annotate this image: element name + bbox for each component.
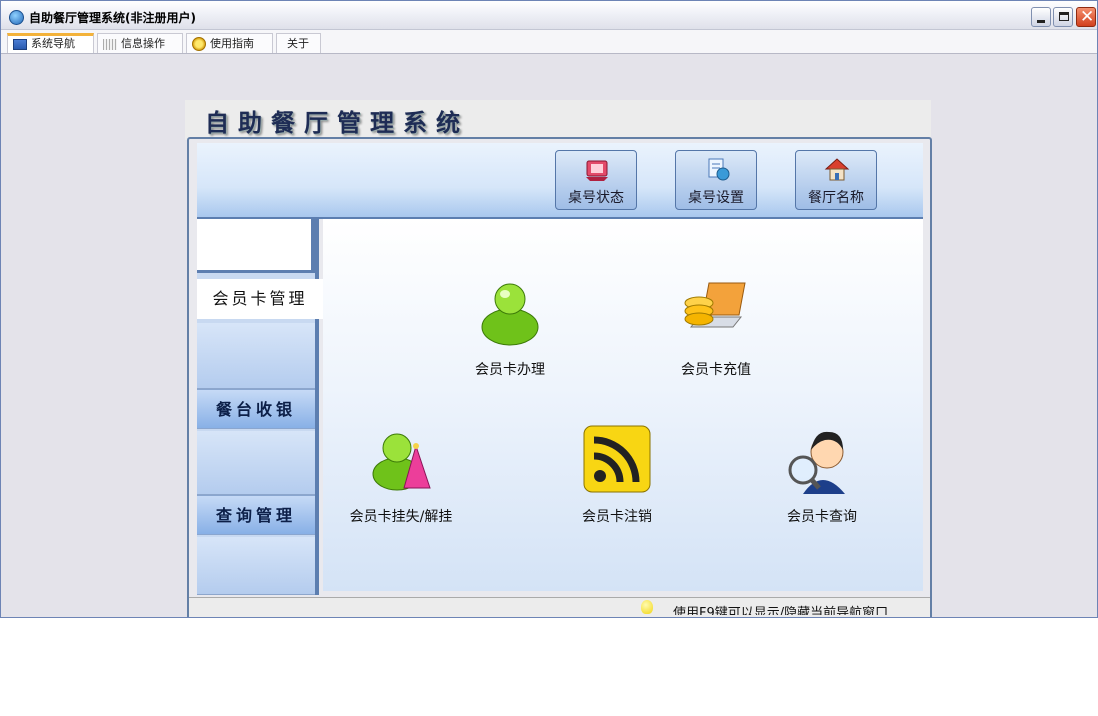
app-icon (9, 10, 24, 25)
toolbar-button-label: 餐厅名称 (808, 190, 864, 206)
tab-info-operations[interactable]: 信息操作 (97, 33, 183, 53)
toolbar-button-label: 桌号设置 (688, 190, 744, 206)
restaurant-name-icon (824, 158, 850, 181)
nav-item-query-management[interactable]: 查询管理 (197, 495, 315, 535)
nav-spacer (197, 323, 315, 389)
toolbar-button-label: 桌号状态 (568, 190, 624, 206)
tab-label: 系统导航 (31, 37, 75, 50)
nav-spacer (197, 219, 315, 273)
table-settings-icon (708, 158, 730, 181)
minimize-icon (1037, 20, 1045, 23)
table-status-button[interactable]: 桌号状态 (555, 150, 637, 210)
content-area: 自助餐厅管理系统 桌号状态 桌号设置 餐厅名称 会员卡管理 餐台收银 查询管理 … (1, 55, 1097, 617)
member-user-icon (481, 283, 539, 346)
navigation-frame: 桌号状态 桌号设置 餐厅名称 会员卡管理 餐台收银 查询管理 会员卡办理 会员卡… (187, 137, 932, 617)
left-navigation: 会员卡管理 餐台收银 查询管理 (197, 219, 323, 595)
status-hint: 使用F9键可以显示/隐藏当前导航窗口 (673, 606, 889, 615)
feature-panel: 会员卡办理 会员卡充值 会员卡挂失/解挂 会员卡注销 会员卡查询 (323, 219, 923, 591)
tab-label: 关于 (287, 37, 309, 50)
member-lost-icon (372, 433, 431, 491)
app-banner: 自助餐厅管理系统 (185, 100, 931, 140)
tab-about[interactable]: 关于 (276, 33, 321, 53)
close-icon: ✕ (1080, 7, 1095, 27)
title-bar[interactable]: 自助餐厅管理系统(非注册用户) ✕ (1, 1, 1097, 30)
rss-cancel-icon (583, 425, 651, 493)
app-window: 自助餐厅管理系统(非注册用户) ✕ 系统导航 信息操作 使用指南 关于 自助餐厅… (0, 0, 1098, 618)
member-card-cancel-item[interactable]: 会员卡注销 (542, 422, 692, 526)
close-button[interactable]: ✕ (1076, 7, 1096, 27)
nav-item-member-card-management[interactable]: 会员卡管理 (197, 279, 323, 319)
maximize-button[interactable] (1053, 7, 1073, 27)
minimize-button[interactable] (1031, 7, 1051, 27)
app-title: 自助餐厅管理系统 (205, 108, 469, 137)
feature-label: 会员卡充值 (681, 362, 751, 378)
feature-label: 会员卡查询 (787, 509, 857, 525)
nav-item-table-checkout[interactable]: 餐台收银 (197, 389, 315, 429)
tab-label: 信息操作 (121, 37, 165, 50)
restore-icon (1059, 12, 1069, 21)
table-status-icon (586, 160, 608, 181)
member-card-query-item[interactable]: 会员卡查询 (747, 422, 897, 526)
member-card-recharge-item[interactable]: 会员卡充值 (641, 275, 791, 379)
coins-laptop-icon (684, 282, 746, 328)
member-card-register-item[interactable]: 会员卡办理 (435, 275, 585, 379)
magnifier-person-icon (788, 431, 845, 494)
window-title: 自助餐厅管理系统(非注册用户) (29, 11, 196, 25)
restaurant-name-button[interactable]: 餐厅名称 (795, 150, 877, 210)
tab-user-guide[interactable]: 使用指南 (186, 33, 273, 53)
tab-system-navigation[interactable]: 系统导航 (7, 33, 94, 53)
status-bar: 使用F9键可以显示/隐藏当前导航窗口 (189, 597, 930, 617)
feature-label: 会员卡办理 (475, 362, 545, 378)
member-card-report-lost-item[interactable]: 会员卡挂失/解挂 (326, 422, 476, 526)
main-tab-bar: 系统导航 信息操作 使用指南 关于 (1, 30, 1097, 54)
guide-icon (192, 37, 206, 51)
nav-spacer (197, 431, 315, 495)
nav-icon (13, 38, 27, 50)
grid-icon (103, 38, 117, 50)
feature-label: 会员卡注销 (582, 509, 652, 525)
nav-spacer (197, 537, 315, 595)
tab-label: 使用指南 (210, 37, 254, 50)
toolbar: 桌号状态 桌号设置 餐厅名称 (197, 143, 923, 219)
table-settings-button[interactable]: 桌号设置 (675, 150, 757, 210)
feature-label: 会员卡挂失/解挂 (349, 509, 453, 525)
lightbulb-icon (641, 600, 653, 614)
